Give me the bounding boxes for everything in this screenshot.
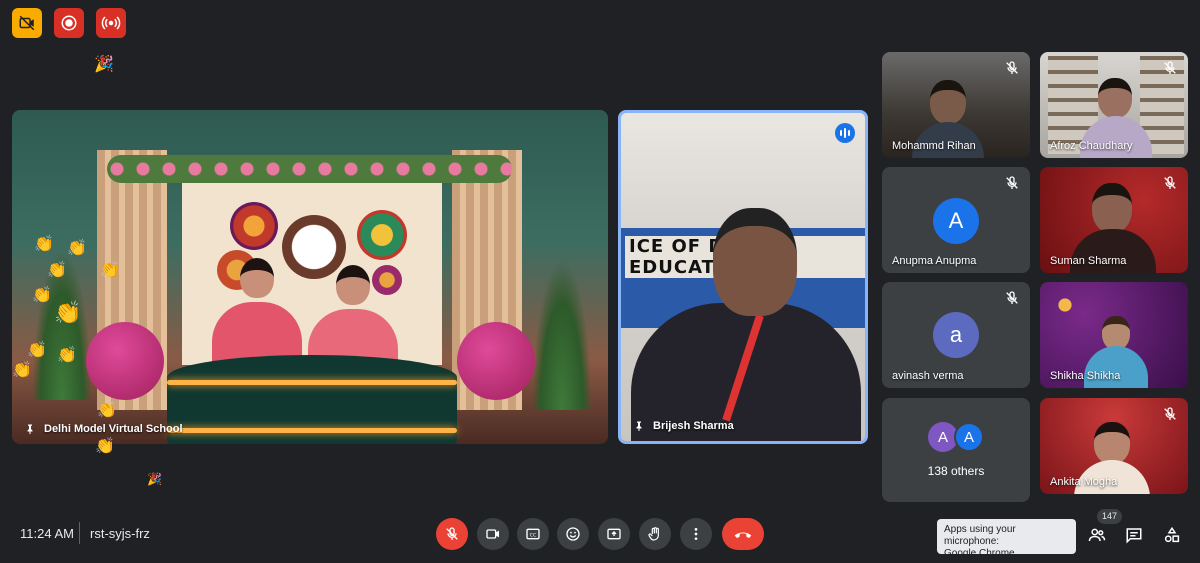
clap-reaction: 👏 — [32, 287, 52, 304]
hang-up-icon — [734, 532, 752, 539]
party-reaction: 🎉 — [147, 472, 162, 486]
confetti-reaction: 🎉 — [94, 56, 114, 73]
participant-head — [1094, 422, 1130, 464]
more-options-icon — [694, 528, 698, 540]
diwali-decoration — [1050, 290, 1080, 320]
video-tile-main[interactable]: 👏 👏 👏 👏 👏 👏 👏 👏 👏 👏 Delhi Model Virtual … — [12, 110, 608, 444]
clock: 11:24 AM — [20, 526, 74, 541]
tile-label: Afroz Chaudhary — [1050, 140, 1133, 152]
tile-label: Brijesh Sharma — [633, 419, 734, 433]
speaking-indicator-icon — [835, 123, 855, 143]
speaker-head — [713, 208, 797, 316]
clap-reaction: 👏 — [34, 236, 54, 253]
flower-bush — [457, 322, 535, 400]
clap-reaction: 👏 — [57, 347, 77, 364]
video-tile-shikha-shikha[interactable]: Shikha Shikha — [1040, 282, 1188, 388]
activities-icon — [1164, 526, 1180, 543]
pin-icon — [27, 424, 33, 434]
video-tile-suman-sharma[interactable]: Suman Sharma — [1040, 167, 1188, 273]
participant-name: Delhi Model Virtual School — [44, 423, 183, 435]
mandala-decoration — [230, 202, 278, 250]
participant-head — [1092, 183, 1132, 233]
emoji-icon — [566, 527, 580, 541]
others-count: 138 others — [927, 464, 985, 478]
clap-reaction: 👏 — [12, 362, 32, 379]
raise-hand-icon — [648, 527, 659, 541]
avatar: A — [954, 422, 984, 452]
present-button[interactable] — [598, 518, 630, 550]
video-tile-speaker[interactable]: ICE OF DYD Z EDUCATIO Brijesh Sharma — [618, 110, 868, 444]
flower-garland — [107, 155, 512, 183]
divider — [79, 522, 80, 544]
no-video-button[interactable] — [12, 8, 42, 38]
recording-button[interactable] — [54, 8, 84, 38]
clap-reaction: 👏 — [47, 262, 67, 279]
mandala-decoration — [357, 210, 407, 260]
raise-hand-button[interactable] — [639, 518, 671, 550]
others-tile[interactable]: A A 138 others — [882, 398, 1030, 502]
tile-label: Delhi Model Virtual School — [24, 422, 183, 436]
clap-reaction: 👏 — [97, 402, 117, 419]
tile-label: Shikha Shikha — [1050, 370, 1121, 382]
tile-label: Suman Sharma — [1050, 255, 1127, 267]
tooltip-line: Google Chrome — [944, 548, 1015, 559]
captions-icon: CC — [526, 528, 540, 540]
pin-icon — [636, 421, 642, 431]
camera-toggle-button[interactable] — [477, 518, 509, 550]
tile-label: avinash verma — [892, 370, 964, 382]
svg-text:CC: CC — [530, 532, 537, 538]
participant-head — [930, 80, 966, 124]
mic-off-icon — [1164, 61, 1176, 74]
live-stream-button[interactable] — [96, 8, 126, 38]
meeting-code[interactable]: rst-syjs-frz — [90, 526, 150, 541]
chat-button[interactable] — [1121, 522, 1147, 548]
participant-head — [1102, 316, 1130, 350]
chat-icon — [1126, 528, 1142, 544]
activities-button[interactable] — [1159, 522, 1185, 548]
tile-label: Mohammd Rihan — [892, 140, 976, 152]
avatar: A — [933, 198, 979, 244]
captions-button[interactable]: CC — [517, 518, 549, 550]
microphone-tooltip: Apps using your microphone: Google Chrom… — [937, 519, 1076, 559]
more-options-button[interactable] — [680, 518, 712, 550]
mic-off-icon — [1006, 61, 1018, 74]
video-tile-afroz-chaudhary[interactable]: Afroz Chaudhary — [1040, 52, 1188, 158]
tooltip-line: Apps using your microphone: — [944, 524, 1016, 547]
podium-light — [167, 380, 457, 385]
no-video-icon — [19, 15, 35, 31]
tile-label: Ankita Mogha — [1050, 476, 1118, 488]
avatar: a — [933, 312, 979, 358]
people-button[interactable] — [1084, 522, 1110, 548]
video-tile-mohammd-rihan[interactable]: Mohammd Rihan — [882, 52, 1030, 158]
emoji-button[interactable] — [557, 518, 589, 550]
clap-reaction: 👏 — [95, 438, 115, 455]
mic-off-icon — [446, 527, 458, 540]
people-icon — [1088, 528, 1106, 542]
clap-reaction: 👏 — [100, 262, 120, 279]
participant-name: Brijesh Sharma — [653, 420, 734, 432]
tile-label: Anupma Anupma — [892, 255, 977, 267]
plant-decoration — [532, 260, 592, 410]
video-tile-ankita-mogha[interactable]: Ankita Mogha — [1040, 398, 1188, 494]
mic-off-icon — [1164, 176, 1176, 189]
clap-reaction: 👏 — [67, 240, 87, 257]
podium-light — [167, 428, 457, 433]
hang-up-button[interactable] — [722, 518, 764, 550]
video-tile-anupma-anupma[interactable]: A Anupma Anupma — [882, 167, 1030, 273]
mic-toggle-button[interactable] — [436, 518, 468, 550]
clap-reaction: 👏 — [54, 300, 82, 325]
present-icon — [607, 528, 621, 540]
mic-off-icon — [1006, 176, 1018, 189]
live-stream-icon — [101, 16, 121, 30]
camera-icon — [486, 529, 499, 539]
flower-bush — [86, 322, 164, 400]
clap-reaction: 👏 — [27, 342, 47, 359]
mic-off-icon — [1164, 407, 1176, 420]
recording-icon — [61, 15, 77, 31]
video-tile-avinash-verma[interactable]: a avinash verma — [882, 282, 1030, 388]
mic-off-icon — [1006, 291, 1018, 304]
participant-head — [1098, 78, 1132, 118]
